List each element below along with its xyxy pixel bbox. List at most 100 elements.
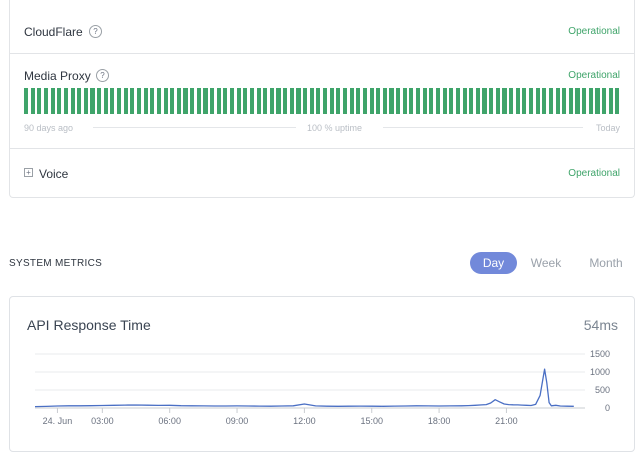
uptime-day-bar[interactable] <box>409 88 414 114</box>
uptime-percent-label: 100 % uptime <box>307 123 363 133</box>
uptime-day-bar[interactable] <box>249 88 255 114</box>
uptime-day-bar[interactable] <box>336 88 341 114</box>
uptime-day-bar[interactable] <box>30 88 35 114</box>
uptime-day-bar[interactable] <box>210 88 215 114</box>
uptime-day-bar[interactable] <box>50 88 55 114</box>
uptime-day-bar[interactable] <box>190 88 195 114</box>
uptime-day-bar[interactable] <box>37 88 42 114</box>
uptime-day-bar[interactable] <box>449 88 454 114</box>
uptime-day-bar[interactable] <box>143 88 148 114</box>
uptime-day-bar[interactable] <box>269 88 274 114</box>
uptime-day-bar[interactable] <box>455 88 460 114</box>
uptime-day-bar[interactable] <box>276 88 281 114</box>
uptime-day-bar[interactable] <box>382 88 387 114</box>
uptime-day-bar[interactable] <box>163 88 168 114</box>
uptime-day-bar[interactable] <box>117 88 122 114</box>
uptime-day-bar[interactable] <box>615 88 620 114</box>
uptime-day-bar[interactable] <box>196 88 201 114</box>
uptime-day-bar[interactable] <box>110 88 115 114</box>
uptime-day-bar[interactable] <box>63 88 68 114</box>
uptime-day-bar[interactable] <box>582 88 587 114</box>
uptime-day-bar[interactable] <box>183 88 188 114</box>
uptime-day-bar[interactable] <box>515 88 520 114</box>
uptime-day-bar[interactable] <box>475 88 480 114</box>
plus-square-icon[interactable]: + <box>24 168 33 177</box>
uptime-day-bar[interactable] <box>97 88 102 114</box>
uptime-day-bar[interactable] <box>43 88 49 114</box>
uptime-day-bar[interactable] <box>24 88 29 114</box>
uptime-day-bar[interactable] <box>602 88 607 114</box>
question-circle-icon[interactable]: ? <box>89 25 102 38</box>
uptime-day-bar[interactable] <box>349 88 354 114</box>
question-circle-icon[interactable]: ? <box>96 69 109 82</box>
uptime-day-bar[interactable] <box>77 88 82 114</box>
uptime-day-bar[interactable] <box>229 88 235 114</box>
uptime-day-bar[interactable] <box>296 88 301 114</box>
uptime-day-bar[interactable] <box>136 88 142 114</box>
uptime-day-bar[interactable] <box>548 88 554 114</box>
uptime-day-bar[interactable] <box>575 88 580 114</box>
uptime-day-bar[interactable] <box>283 88 288 114</box>
uptime-day-bar[interactable] <box>303 88 308 114</box>
uptime-day-bar[interactable] <box>70 88 75 114</box>
uptime-day-bar[interactable] <box>509 88 514 114</box>
uptime-day-bar[interactable] <box>362 88 367 114</box>
uptime-day-bar[interactable] <box>256 88 261 114</box>
uptime-day-bar[interactable] <box>243 88 248 114</box>
uptime-day-bar[interactable] <box>469 88 474 114</box>
uptime-day-bar[interactable] <box>396 88 401 114</box>
status-label: Operational <box>568 26 620 37</box>
uptime-day-bar[interactable] <box>309 88 314 114</box>
uptime-day-bar[interactable] <box>376 88 381 114</box>
uptime-day-bar[interactable] <box>236 88 241 114</box>
uptime-day-bar[interactable] <box>542 88 547 114</box>
uptime-day-bar[interactable] <box>522 88 527 114</box>
uptime-day-bar[interactable] <box>429 88 434 114</box>
uptime-day-bar[interactable] <box>562 88 567 114</box>
range-month-button[interactable]: Month <box>583 252 629 274</box>
uptime-day-bar[interactable] <box>123 88 128 114</box>
uptime-day-bar[interactable] <box>422 88 427 114</box>
uptime-day-bar[interactable] <box>323 88 328 114</box>
uptime-day-bar[interactable] <box>203 88 208 114</box>
uptime-day-bar[interactable] <box>57 88 62 114</box>
uptime-day-bar[interactable] <box>588 88 593 114</box>
component-row-voice[interactable]: + Voice Operational <box>10 148 634 198</box>
uptime-day-bar[interactable] <box>170 88 175 114</box>
uptime-day-bar[interactable] <box>103 88 108 114</box>
uptime-day-bar[interactable] <box>442 88 447 114</box>
uptime-day-bar[interactable] <box>608 88 613 114</box>
uptime-day-bar[interactable] <box>489 88 494 114</box>
uptime-day-bar[interactable] <box>83 88 88 114</box>
uptime-day-bar[interactable] <box>416 88 421 114</box>
uptime-day-bar[interactable] <box>568 88 573 114</box>
uptime-day-bar[interactable] <box>130 88 135 114</box>
uptime-day-bar[interactable] <box>369 88 374 114</box>
uptime-day-bar[interactable] <box>502 88 507 114</box>
uptime-day-bar[interactable] <box>528 88 534 114</box>
uptime-day-bar[interactable] <box>289 88 294 114</box>
uptime-day-bar[interactable] <box>342 88 348 114</box>
uptime-day-bar[interactable] <box>316 88 321 114</box>
uptime-day-bar[interactable] <box>263 88 268 114</box>
uptime-day-bar[interactable] <box>223 88 228 114</box>
uptime-day-bar[interactable] <box>176 88 181 114</box>
uptime-day-bar[interactable] <box>90 88 95 114</box>
uptime-day-bar[interactable] <box>535 88 540 114</box>
api-response-card: API Response Time 54ms 0 500 1000 1500 24. J… <box>9 296 635 452</box>
uptime-day-bar[interactable] <box>555 88 560 114</box>
range-day-button[interactable]: Day <box>470 252 517 274</box>
uptime-day-bar[interactable] <box>356 88 361 114</box>
range-week-button[interactable]: Week <box>524 252 568 274</box>
uptime-day-bar[interactable] <box>329 88 334 114</box>
uptime-day-bar[interactable] <box>595 88 600 114</box>
uptime-day-bar[interactable] <box>156 88 161 114</box>
uptime-day-bar[interactable] <box>402 88 407 114</box>
uptime-day-bar[interactable] <box>462 88 467 114</box>
uptime-day-bar[interactable] <box>435 88 441 114</box>
uptime-day-bar[interactable] <box>495 88 500 114</box>
uptime-day-bar[interactable] <box>150 88 155 114</box>
uptime-day-bar[interactable] <box>482 88 487 114</box>
uptime-day-bar[interactable] <box>389 88 394 114</box>
uptime-day-bar[interactable] <box>216 88 221 114</box>
